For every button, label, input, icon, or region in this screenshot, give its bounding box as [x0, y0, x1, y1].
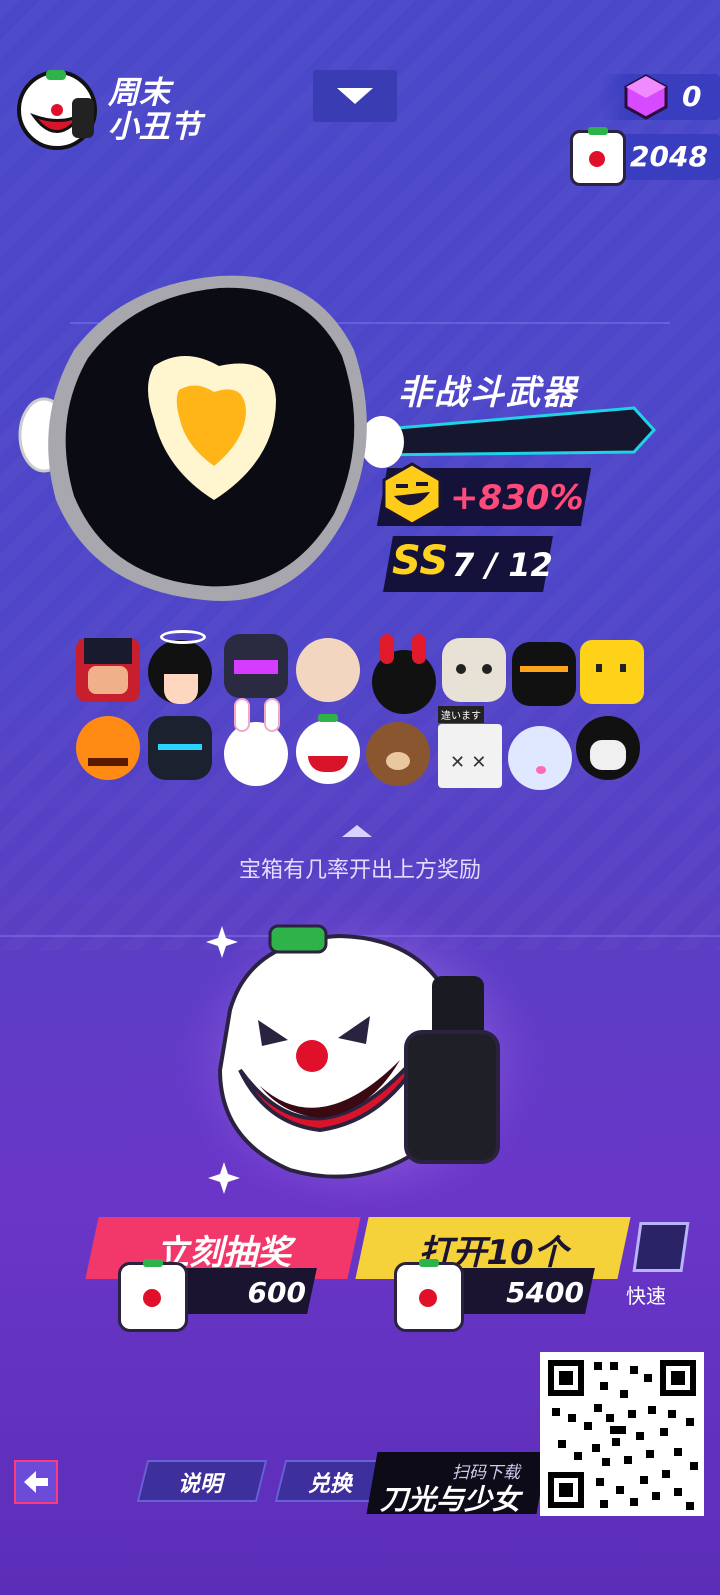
download-qr-code [540, 1352, 704, 1516]
purple-gem-icon [624, 74, 668, 120]
event-title-line2: 小丑节 [108, 109, 201, 145]
arrow-left-icon [24, 1471, 48, 1493]
clown-head-icon[interactable] [296, 714, 360, 784]
box-tag-label: 違います [438, 706, 484, 723]
clown-box-icon [394, 1259, 464, 1332]
promo-game-title: 刀光与少女 [380, 1483, 521, 1516]
back-button[interactable] [14, 1460, 58, 1504]
yellow-block-head-icon[interactable] [580, 640, 644, 704]
pumpkin-head-icon[interactable] [76, 716, 140, 780]
gem-currency: 0 [600, 74, 720, 120]
clown-box-icon [118, 1259, 188, 1332]
event-title: 周末 小丑节 [108, 76, 201, 144]
knight-helmet-head-icon[interactable] [148, 716, 212, 780]
event-dropdown-button[interactable] [313, 70, 397, 122]
exchange-label: 兑换 [307, 1472, 352, 1497]
clown-chest-image[interactable] [170, 890, 550, 1220]
red-bunny-ears-head-icon[interactable] [372, 634, 436, 714]
white-bunny-head-icon[interactable] [224, 698, 288, 786]
reward-grid: 違います ✕ ✕ [76, 630, 646, 790]
ten-price: 5400 [506, 1276, 584, 1309]
skull-hood-head-icon[interactable] [576, 716, 640, 780]
frying-pan-item-image [14, 270, 674, 610]
chevron-up-icon [342, 822, 372, 841]
box-head-icon[interactable]: 違います ✕ ✕ [438, 706, 502, 788]
rarity-grade: SS [392, 538, 449, 584]
blonde-head-icon[interactable] [296, 638, 360, 702]
gem-count: 0 [682, 80, 702, 113]
event-title-line1: 周末 [108, 75, 170, 111]
visor-helmet-head-icon[interactable] [224, 634, 288, 698]
visor-gold-head-icon[interactable] [512, 642, 576, 706]
ram-skull-head-icon[interactable] [442, 638, 506, 702]
quick-open-checkbox[interactable] [632, 1222, 690, 1272]
clown-box-icon [570, 127, 626, 186]
halo-bob-head-icon[interactable] [148, 630, 212, 704]
clown-event-icon [12, 64, 102, 154]
bear-head-icon[interactable] [366, 722, 430, 786]
info-label: 说明 [177, 1472, 222, 1497]
ticket-count: 2048 [630, 140, 708, 173]
ticket-currency: 2048 [568, 127, 720, 186]
collection-count: 7 / 12 [452, 546, 553, 584]
laugh-face-icon [380, 462, 444, 530]
quick-open-label: 快速 [626, 1284, 666, 1308]
nutcracker-head-icon[interactable] [76, 638, 140, 702]
fish-head-icon[interactable] [508, 726, 572, 790]
chevron-down-icon [337, 88, 373, 104]
chest-odds-hint: 宝箱有几率开出上方奖励 [238, 858, 481, 883]
draw-price: 600 [247, 1276, 306, 1309]
bonus-value: +830% [450, 478, 584, 518]
item-name: 非战斗武器 [398, 373, 578, 413]
